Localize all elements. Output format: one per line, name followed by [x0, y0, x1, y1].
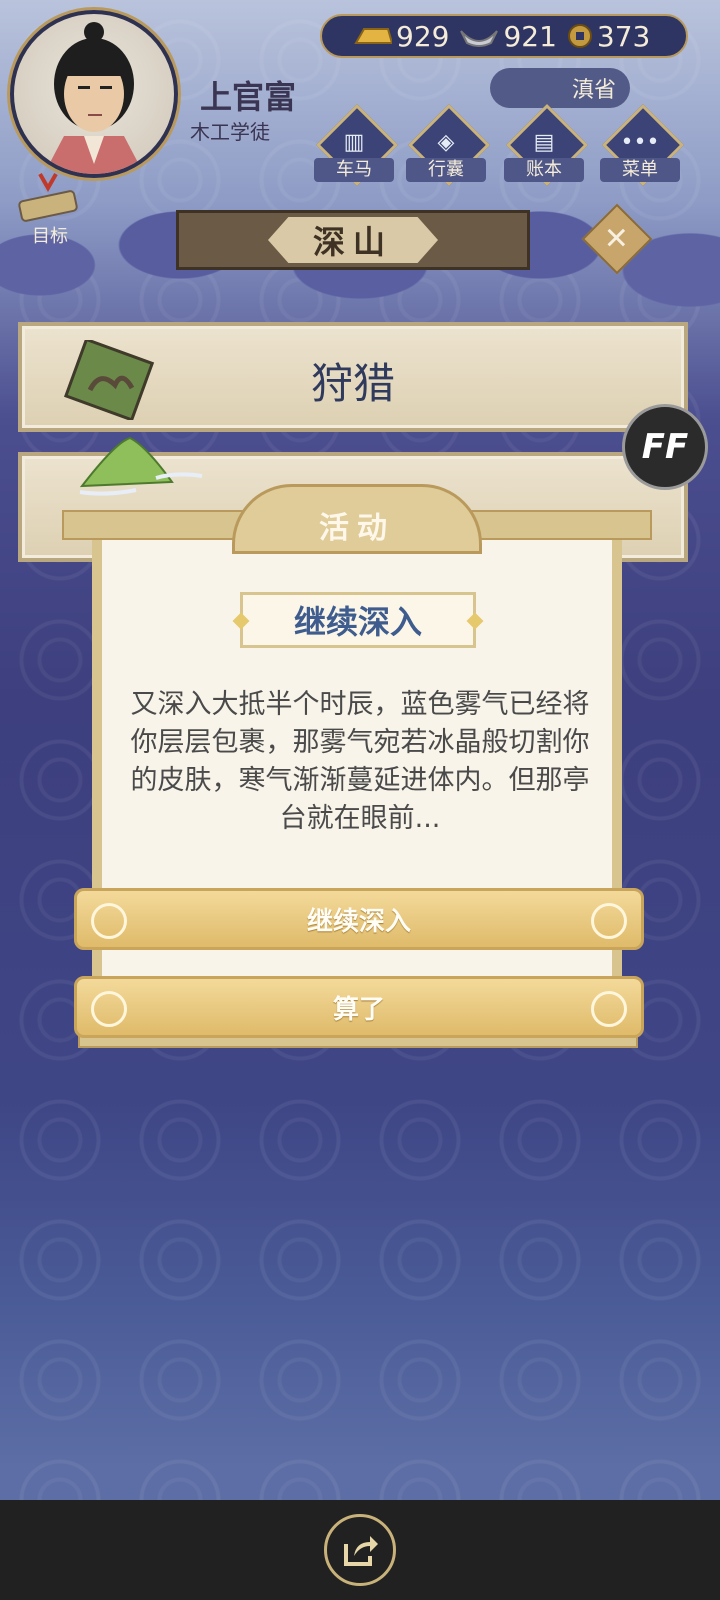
currency-silver: 921	[459, 19, 557, 53]
silver-ingot-icon	[460, 30, 499, 47]
province-button[interactable]: 滇省	[490, 68, 630, 108]
carriage-glyph: ▥	[343, 130, 365, 155]
nav-menu-button[interactable]: ••• 菜单	[600, 103, 685, 187]
nav-carriage-label: 车马	[314, 158, 394, 182]
player-name: 上官富	[200, 78, 297, 116]
mountain-icon	[79, 436, 203, 496]
give-up-label: 算了	[332, 994, 385, 1025]
player-avatar[interactable]	[10, 10, 178, 178]
option-hunting-label: 狩猎	[310, 359, 395, 408]
avatar-portrait-icon	[44, 22, 144, 174]
continue-deeper-label: 继续深入	[306, 906, 411, 937]
dialog-text: 又深入大抵半个时辰，蓝色雾气已经将你层层包裹，那雾气宛若冰晶般切割你的皮肤，寒气…	[130, 689, 590, 834]
cloud-ornament-icon	[591, 991, 627, 1027]
share-button[interactable]	[324, 1514, 396, 1586]
dialog-subtitle: 继续深入	[232, 592, 484, 648]
nav-bag-label: 行囊	[406, 158, 486, 182]
copper-coin-icon	[567, 24, 592, 48]
ff-label: FF	[641, 427, 689, 467]
dialog-title: 活动	[319, 511, 395, 546]
region-title: 深山	[268, 217, 438, 263]
cloud-ornament-icon	[91, 903, 127, 939]
gold-bar-icon	[354, 28, 392, 44]
share-icon	[344, 1536, 378, 1566]
goal-label: 目标	[32, 226, 68, 247]
fast-forward-button[interactable]: FF	[622, 404, 708, 490]
player-title: 木工学徒	[190, 120, 270, 144]
cloud-ornament-icon	[591, 903, 627, 939]
nav-menu-label: 菜单	[600, 158, 680, 182]
dialog-title-cap: 活动	[232, 484, 482, 554]
currency-copper-value: 373	[596, 19, 651, 53]
nav-ledger-label: 账本	[504, 158, 584, 182]
menu-dots-glyph: •••	[620, 130, 660, 155]
cloud-ornament-icon	[91, 991, 127, 1027]
region-banner: 深山	[176, 210, 530, 270]
scroll-target-icon	[18, 173, 78, 222]
nav-ledger-button[interactable]: ▤ 账本	[504, 103, 589, 187]
currency-gold: 929	[352, 20, 449, 53]
bag-glyph: ◈	[437, 130, 455, 155]
give-up-button[interactable]: 算了	[74, 976, 644, 1038]
close-icon: ✕	[604, 221, 630, 257]
nav-carriage-button[interactable]: ▥ 车马	[314, 103, 399, 187]
option-hunting[interactable]: 狩猎	[18, 322, 688, 432]
province-label: 滇省	[571, 78, 616, 103]
ledger-glyph: ▤	[533, 130, 555, 155]
goal-button[interactable]: 目标	[14, 170, 94, 250]
currency-gold-value: 929	[396, 19, 450, 53]
currency-copper: 373	[567, 20, 650, 53]
continue-deeper-button[interactable]: 继续深入	[74, 888, 644, 950]
nav-bag-button[interactable]: ◈ 行囊	[406, 103, 491, 187]
dialog-subtitle-text: 继续深入	[293, 603, 422, 641]
currency-bar: 929 921 373	[320, 14, 688, 58]
currency-silver-value: 921	[503, 19, 557, 53]
